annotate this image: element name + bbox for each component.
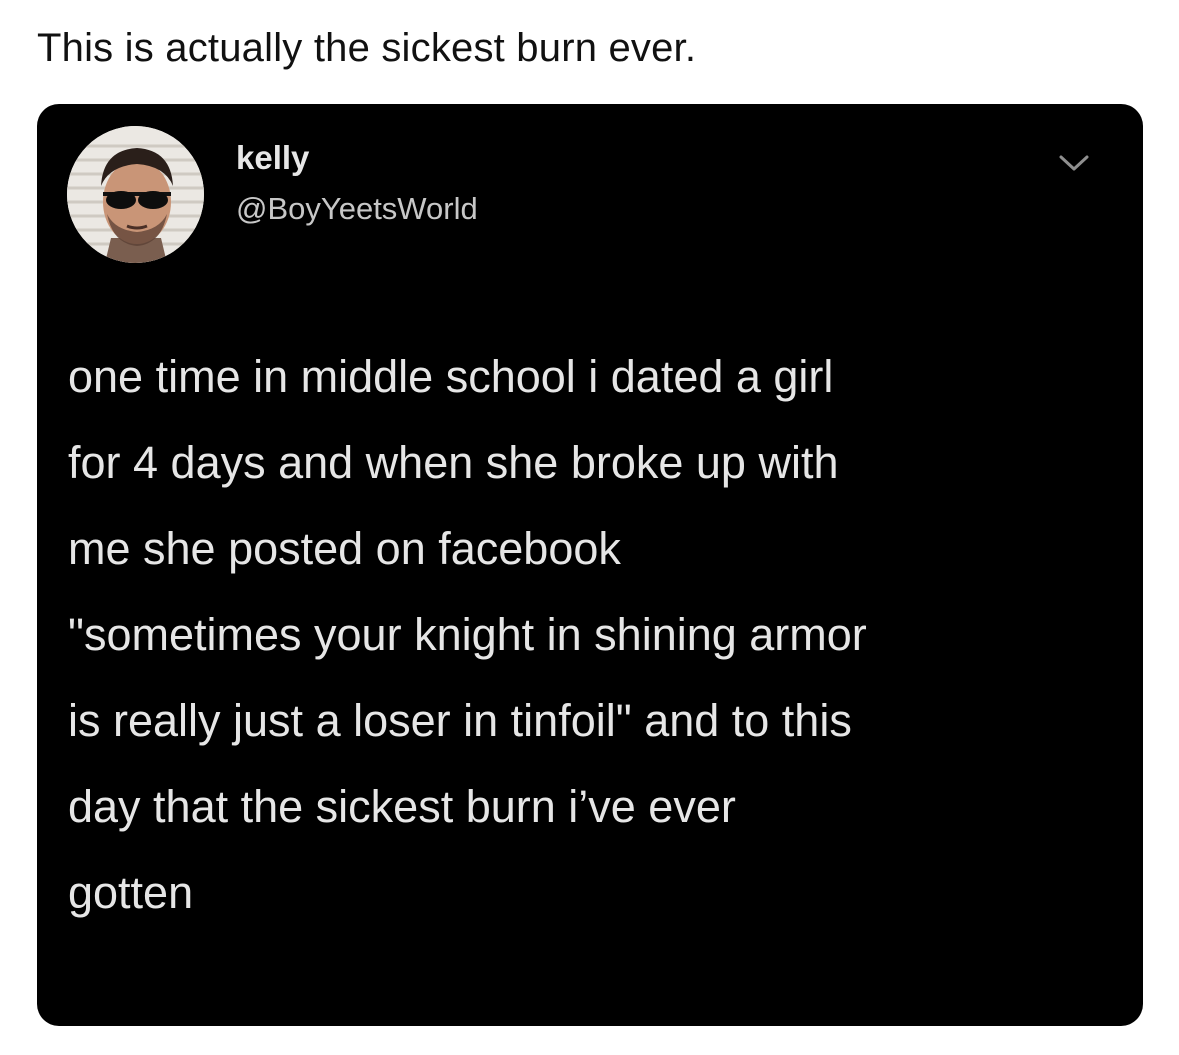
tweet-text-line: me she posted on facebook	[68, 523, 621, 574]
page: This is actually the sickest burn ever.	[0, 0, 1179, 1055]
tweet-text-line: one time in middle school i dated a girl	[68, 351, 834, 402]
tweet-text-line: day that the sickest burn i’ve ever	[68, 781, 736, 832]
tweet-text: one time in middle school i dated a girl…	[68, 334, 1118, 936]
tweet-text-line: for 4 days and when she broke up with	[68, 437, 839, 488]
tweet-text-line: "sometimes your knight in shining armor	[68, 609, 867, 660]
avatar[interactable]	[67, 126, 204, 263]
tweet-screenshot-card[interactable]: kelly @BoyYeetsWorld one time in middle …	[37, 104, 1143, 1026]
chevron-down-icon[interactable]	[1057, 150, 1091, 176]
tweet-text-line: is really just a loser in tinfoil" and t…	[68, 695, 852, 746]
avatar-image	[67, 126, 204, 263]
user-handle[interactable]: @BoyYeetsWorld	[236, 191, 478, 227]
post-caption: This is actually the sickest burn ever.	[37, 26, 697, 70]
tweet-text-line: gotten	[68, 867, 194, 918]
display-name[interactable]: kelly	[236, 139, 309, 177]
